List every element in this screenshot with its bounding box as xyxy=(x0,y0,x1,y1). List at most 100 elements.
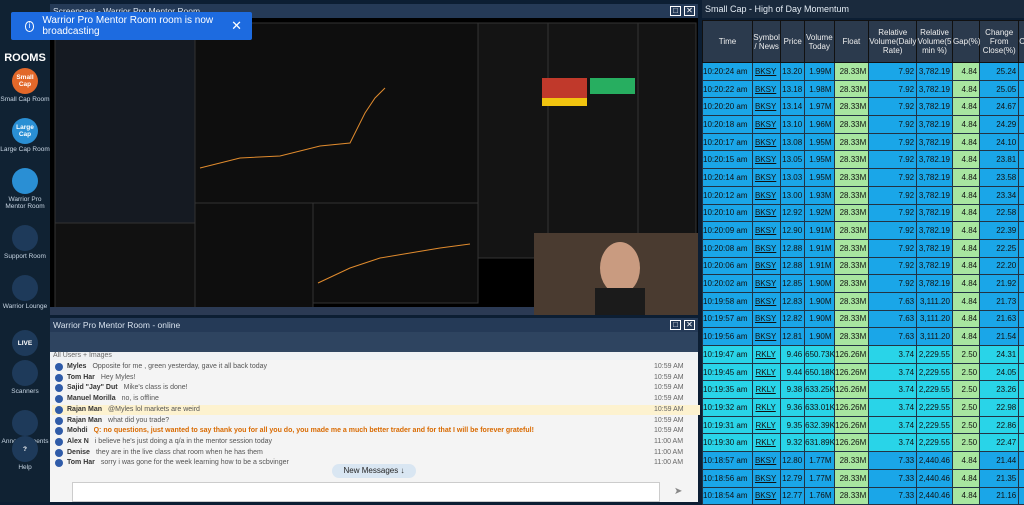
sidebar-room-2[interactable]: Warrior Pro Mentor Room xyxy=(0,168,50,210)
symbol-link[interactable]: RKLY xyxy=(753,381,781,399)
symbol-link[interactable]: BKSY xyxy=(753,80,781,98)
message-user[interactable]: Sajid "Jay" Dut xyxy=(67,383,118,394)
scanner-panel: Small Cap - High of Day Momentum TimeSym… xyxy=(700,0,1024,502)
symbol-link[interactable]: RKLY xyxy=(753,434,781,452)
chat-maximize-icon[interactable]: □ xyxy=(670,320,681,330)
table-row[interactable]: 10:19:57 amBKSY12.821.90M28.33M7.633,111… xyxy=(703,310,1024,328)
symbol-link[interactable]: BKSY xyxy=(753,98,781,116)
symbol-link[interactable]: BKSY xyxy=(753,63,781,81)
message-input[interactable] xyxy=(72,482,660,502)
table-row[interactable]: 10:20:10 amBKSY12.921.92M28.33M7.923,782… xyxy=(703,204,1024,222)
symbol-link[interactable]: BKSY xyxy=(753,133,781,151)
table-row[interactable]: 10:18:56 amBKSY12.791.77M28.33M7.332,440… xyxy=(703,469,1024,487)
table-row[interactable]: 10:20:14 amBKSY13.031.95M28.33M7.923,782… xyxy=(703,169,1024,187)
symbol-link[interactable]: BKSY xyxy=(753,328,781,346)
message-user[interactable]: Alex N xyxy=(67,437,89,448)
column-header[interactable]: Gap(%) xyxy=(952,21,979,63)
table-cell: 126.26M xyxy=(834,434,869,452)
message-user[interactable]: Denise xyxy=(67,448,90,459)
chat-message: Rajan Man@Myles lol markets are weird10:… xyxy=(52,405,736,416)
table-row[interactable]: 10:19:31 amRKLY9.35632.39K126.26M3.742,2… xyxy=(703,416,1024,434)
table-cell: 10:19:58 am xyxy=(703,292,753,310)
table-cell: 1.92M xyxy=(805,204,834,222)
sidebar-room-5[interactable]: LIVE xyxy=(0,330,50,358)
table-row[interactable]: 10:19:30 amRKLY9.32631.89K126.26M3.742,2… xyxy=(703,434,1024,452)
chat-close-icon[interactable]: ✕ xyxy=(684,320,695,330)
column-header[interactable]: Volume Today xyxy=(805,21,834,63)
sidebar-room-0[interactable]: Small CapSmall Cap Room xyxy=(0,68,50,103)
sidebar-room-3[interactable]: Support Room xyxy=(0,225,50,260)
new-messages-button[interactable]: New Messages ↓ xyxy=(332,464,416,478)
table-row[interactable]: 10:20:09 amBKSY12.901.91M28.33M7.923,782… xyxy=(703,222,1024,240)
table-row[interactable]: 10:20:15 amBKSY13.051.95M28.33M7.923,782… xyxy=(703,151,1024,169)
close-icon[interactable]: ✕ xyxy=(684,6,695,16)
message-user[interactable]: Rajan Man xyxy=(67,405,102,416)
symbol-link[interactable]: BKSY xyxy=(753,239,781,257)
table-row[interactable]: 10:20:08 amBKSY12.881.91M28.33M7.923,782… xyxy=(703,239,1024,257)
column-header[interactable]: Ch xyxy=(1019,21,1024,63)
message-user[interactable]: Tom Har xyxy=(67,373,95,384)
symbol-link[interactable]: RKLY xyxy=(753,363,781,381)
table-row[interactable]: 10:18:57 amBKSY12.801.77M28.33M7.332,440… xyxy=(703,452,1024,470)
sidebar-room-4[interactable]: Warrior Lounge xyxy=(0,275,50,310)
user-avatar-icon xyxy=(55,374,63,382)
table-row[interactable]: 10:19:32 amRKLY9.36633.01K126.26M3.742,2… xyxy=(703,399,1024,417)
table-row[interactable]: 10:20:20 amBKSY13.141.97M28.33M7.923,782… xyxy=(703,98,1024,116)
sidebar-room-6[interactable]: Scanners xyxy=(0,360,50,395)
table-row[interactable]: 10:19:56 amBKSY12.811.90M28.33M7.633,111… xyxy=(703,328,1024,346)
message-user[interactable]: Mohdi xyxy=(67,426,88,437)
symbol-link[interactable]: BKSY xyxy=(753,222,781,240)
column-header[interactable]: Float xyxy=(834,21,869,63)
message-user[interactable]: Tom Har xyxy=(67,458,95,469)
table-cell: 10:19:47 am xyxy=(703,346,753,364)
symbol-link[interactable]: BKSY xyxy=(753,487,781,505)
table-row[interactable]: 10:19:35 amRKLY9.38633.25K126.26M3.742,2… xyxy=(703,381,1024,399)
table-cell: 2.50 xyxy=(952,399,979,417)
symbol-link[interactable]: BKSY xyxy=(753,310,781,328)
sidebar-room-8[interactable]: ?Help xyxy=(0,436,50,471)
send-icon[interactable]: ➤ xyxy=(674,486,682,497)
column-header[interactable]: Relative Volume(5 min %) xyxy=(917,21,953,63)
symbol-link[interactable]: RKLY xyxy=(753,416,781,434)
symbol-link[interactable]: BKSY xyxy=(753,452,781,470)
symbol-link[interactable]: RKLY xyxy=(753,399,781,417)
symbol-link[interactable]: BKSY xyxy=(753,292,781,310)
column-header[interactable]: Symbol / News xyxy=(753,21,781,63)
message-user[interactable]: Manuel Morilla xyxy=(67,394,116,405)
table-row[interactable]: 10:19:47 amRKLY9.46650.73K126.26M3.742,2… xyxy=(703,346,1024,364)
table-row[interactable]: 10:20:24 amBKSY13.201.99M28.33M7.923,782… xyxy=(703,63,1024,81)
maximize-icon[interactable]: □ xyxy=(670,6,681,16)
symbol-link[interactable]: BKSY xyxy=(753,186,781,204)
table-row[interactable]: 10:20:17 amBKSY13.081.95M28.33M7.923,782… xyxy=(703,133,1024,151)
symbol-link[interactable]: BKSY xyxy=(753,169,781,187)
symbol-link[interactable]: BKSY xyxy=(753,151,781,169)
column-header[interactable]: Change From Close(%) xyxy=(980,21,1019,63)
symbol-link[interactable]: BKSY xyxy=(753,469,781,487)
table-cell: 22.47 xyxy=(980,434,1019,452)
table-row[interactable]: 10:20:22 amBKSY13.181.98M28.33M7.923,782… xyxy=(703,80,1024,98)
symbol-link[interactable]: BKSY xyxy=(753,257,781,275)
message-user[interactable]: Myles xyxy=(67,362,86,373)
table-row[interactable]: 10:18:54 amBKSY12.771.76M28.33M7.332,440… xyxy=(703,487,1024,505)
column-header[interactable]: Relative Volume(Daily Rate) xyxy=(869,21,917,63)
chat-filter[interactable]: All Users + Images xyxy=(50,352,698,360)
column-header[interactable]: Price xyxy=(781,21,805,63)
sidebar-room-1[interactable]: Large CapLarge Cap Room xyxy=(0,118,50,153)
table-cell: 28.33M xyxy=(834,310,869,328)
table-cell xyxy=(1019,381,1024,399)
table-row[interactable]: 10:19:58 amBKSY12.831.90M28.33M7.633,111… xyxy=(703,292,1024,310)
table-row[interactable]: 10:20:02 amBKSY12.851.90M28.33M7.923,782… xyxy=(703,275,1024,293)
column-header[interactable]: Time xyxy=(703,21,753,63)
message-time: 10:59 AM xyxy=(654,426,684,437)
table-row[interactable]: 10:20:06 amBKSY12.881.91M28.33M7.923,782… xyxy=(703,257,1024,275)
table-cell: 12.88 xyxy=(781,257,805,275)
table-row[interactable]: 10:19:45 amRKLY9.44650.18K126.26M3.742,2… xyxy=(703,363,1024,381)
table-row[interactable]: 10:20:18 amBKSY13.101.96M28.33M7.923,782… xyxy=(703,116,1024,134)
message-user[interactable]: Rajan Man xyxy=(67,416,102,427)
symbol-link[interactable]: BKSY xyxy=(753,275,781,293)
symbol-link[interactable]: RKLY xyxy=(753,346,781,364)
table-row[interactable]: 10:20:12 amBKSY13.001.93M28.33M7.923,782… xyxy=(703,186,1024,204)
symbol-link[interactable]: BKSY xyxy=(753,204,781,222)
symbol-link[interactable]: BKSY xyxy=(753,116,781,134)
toast-close-icon[interactable]: ✕ xyxy=(231,18,242,34)
